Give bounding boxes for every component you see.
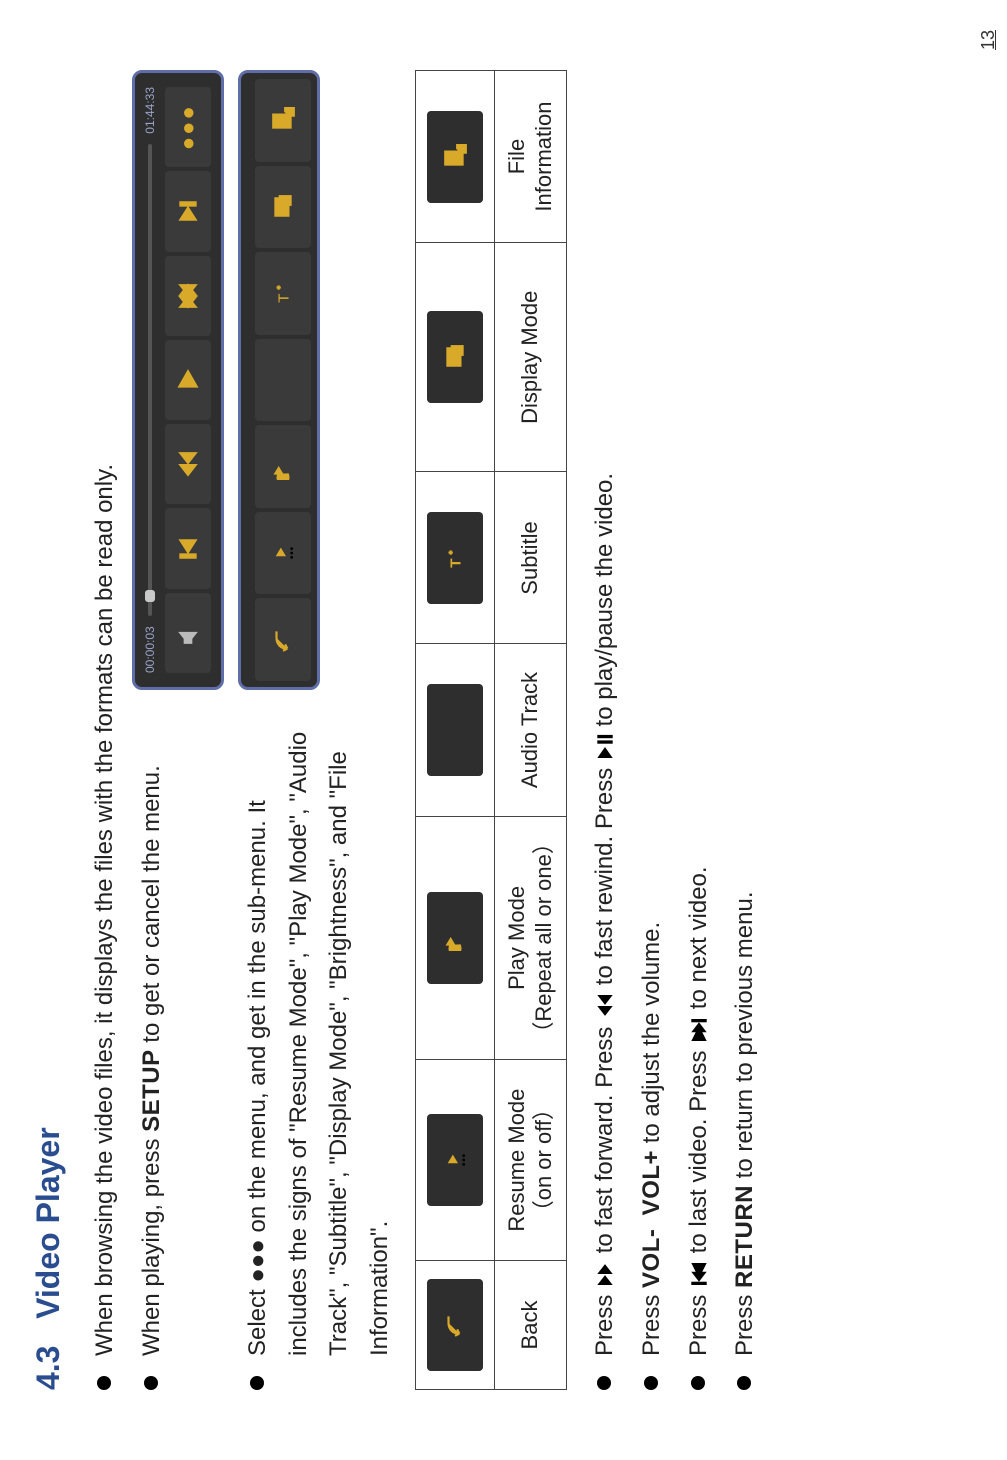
text: When playing, press [138,1132,165,1356]
text: to return to previous menu. [731,891,758,1178]
text: to last video. Press [685,1044,712,1253]
text: to adjust the volume. [638,922,665,1143]
chip-playmode-icon [427,892,483,984]
rewind-icon[interactable] [165,424,211,504]
svg-text:i: i [285,111,295,113]
more-icon[interactable]: ●●● [165,87,211,167]
prev-track-icon[interactable] [165,508,211,588]
text: （on or off） [531,1098,556,1222]
text: to play/pause the video. [591,473,618,727]
text: File [504,139,529,174]
setup-keyword: SETUP [138,1049,165,1132]
vol-plus-keyword: VOL+ [638,1150,665,1215]
text: Information [531,102,556,212]
text: Track", "Subtitle", "Display Mode", "Bri… [325,751,352,1356]
bullet-volume: Press VOL- VOL+ to adjust the volume. [632,70,673,1390]
text: to fast rewind. Press [591,761,618,985]
audio-track-icon[interactable] [255,339,311,422]
svg-text:T: T [275,294,292,303]
text: Play Mode [504,886,529,990]
cell-file: File Information [494,71,566,243]
mute-icon[interactable] [165,593,211,673]
chip-audiotrack-icon [427,684,483,776]
bullet-prev-next: Press to last video. Press to next video… [679,70,720,1390]
chip-back-icon [427,1279,483,1371]
cell-back: Back [494,1260,566,1389]
svg-text:T: T [447,558,464,568]
text: Select ●●● on the menu, and get in the s… [244,800,271,1356]
bullet-ff-rw: Press to fast forward. Press to fast rew… [585,70,626,1390]
text: Press [591,1288,618,1356]
play-pause-icon [589,733,611,761]
seek-track[interactable] [148,144,152,617]
next-track-icon[interactable] [165,171,211,251]
fast-forward-icon[interactable] [165,256,211,336]
section-title-text: Video Player [30,1127,66,1319]
text: Press [731,1288,758,1356]
back-icon[interactable] [255,598,311,681]
section-heading: 4.3 Video Player [30,70,67,1390]
text: includes the signs of "Resume Mode", "Pl… [285,732,312,1356]
fast-forward-icon [589,1260,611,1288]
bullet-browse: When browsing the video files, it displa… [85,70,126,1390]
cell-audio: Audio Track [494,644,566,816]
bullet-return: Press RETURN to return to previous menu. [725,70,766,1390]
cell-display: Display Mode [494,243,566,472]
page-number: 13 [978,30,999,50]
time-elapsed: 00:00:03 [143,626,157,673]
rewind-icon [589,992,611,1020]
text: Resume Mode [504,1089,529,1232]
resume-mode-icon[interactable] [255,512,311,595]
vol-minus-keyword: VOL- [638,1229,665,1288]
play-mode-icon[interactable] [255,425,311,508]
submenu-bar: T i [238,70,320,690]
prev-track-icon [683,1260,705,1288]
seek-knob[interactable] [145,590,155,602]
text: to fast forward. Press [591,1020,618,1253]
text: Press [685,1288,712,1356]
subtitle-icon[interactable]: T [255,252,311,335]
chip-display-icon [427,311,483,403]
display-mode-icon[interactable] [255,166,311,249]
section-number: 4.3 [30,1346,66,1390]
chip-subtitle-icon: T [427,512,483,604]
play-icon[interactable] [165,340,211,420]
next-track-icon [683,1016,705,1044]
text: Information". [366,1221,393,1356]
chip-fileinfo-icon: i [427,111,483,203]
file-info-icon[interactable]: i [255,79,311,162]
bullet-submenu: Select ●●● on the menu, and get in the s… [238,710,401,1390]
svg-text:i: i [457,147,467,149]
text: to get or cancel the menu. [138,765,165,1043]
icons-legend-table: T i Back Resume Mode （on or off） Play Mo… [415,70,567,1390]
cell-subtitle: Subtitle [494,472,566,644]
cell-resume: Resume Mode （on or off） [494,1060,566,1261]
return-keyword: RETURN [731,1185,758,1288]
text: （Repeat all or one） [531,832,556,1044]
cell-play: Play Mode （Repeat all or one） [494,816,566,1060]
chip-resume-icon [427,1114,483,1206]
player-bar: 00:00:03 01:44:33 [132,70,224,690]
text: to next video. [685,866,712,1009]
time-total: 01:44:33 [143,87,157,134]
bullet-setup: When playing, press SETUP to get or canc… [132,710,173,1390]
text: Press [638,1288,665,1356]
